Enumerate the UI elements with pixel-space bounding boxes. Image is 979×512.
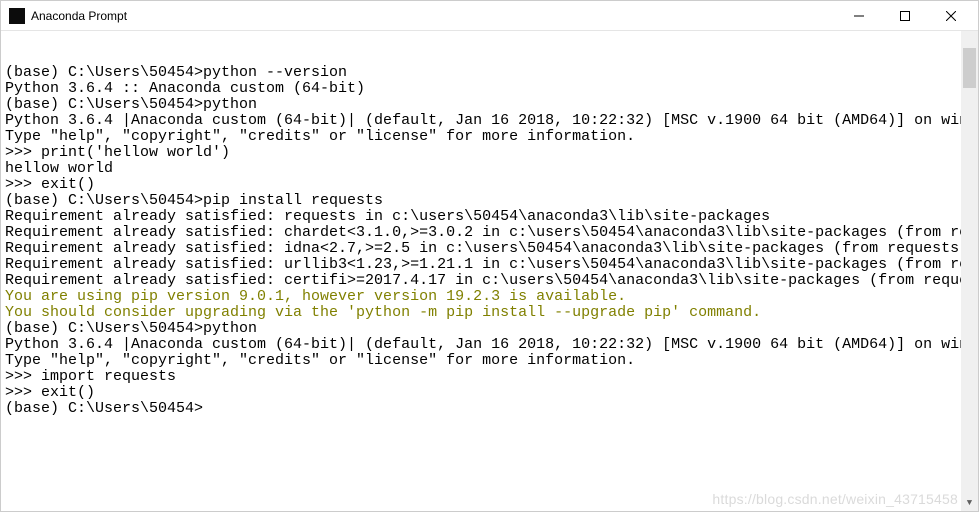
terminal-line: You are using pip version 9.0.1, however… <box>5 289 974 305</box>
maximize-icon <box>900 11 910 21</box>
terminal-line: Requirement already satisfied: certifi>=… <box>5 273 974 289</box>
terminal-line: (base) C:\Users\50454>pip install reques… <box>5 193 974 209</box>
close-icon <box>946 11 956 21</box>
terminal-line: Requirement already satisfied: idna<2.7,… <box>5 241 974 257</box>
titlebar[interactable]: Anaconda Prompt <box>1 1 978 31</box>
cursor <box>203 403 211 417</box>
minimize-button[interactable] <box>836 1 882 31</box>
minimize-icon <box>854 11 864 21</box>
terminal-line: >>> print('hellow world') <box>5 145 974 161</box>
terminal-line: Python 3.6.4 |Anaconda custom (64-bit)| … <box>5 337 974 353</box>
terminal-line: (base) C:\Users\50454>python --version <box>5 65 974 81</box>
close-button[interactable] <box>928 1 974 31</box>
terminal-line: (base) C:\Users\50454>python <box>5 97 974 113</box>
terminal-line: Type "help", "copyright", "credits" or "… <box>5 129 974 145</box>
terminal-line: Python 3.6.4 :: Anaconda custom (64-bit) <box>5 81 974 97</box>
terminal-line: (base) C:\Users\50454> <box>5 401 974 417</box>
terminal-line: Type "help", "copyright", "credits" or "… <box>5 353 974 369</box>
terminal-output[interactable]: (base) C:\Users\50454>python --versionPy… <box>1 31 978 511</box>
scroll-down-arrow-icon[interactable]: ▼ <box>961 494 978 511</box>
window-title: Anaconda Prompt <box>31 9 836 23</box>
terminal-line: You should consider upgrading via the 'p… <box>5 305 974 321</box>
maximize-button[interactable] <box>882 1 928 31</box>
scroll-thumb[interactable] <box>963 48 976 88</box>
terminal-line: Requirement already satisfied: requests … <box>5 209 974 225</box>
terminal-line: Requirement already satisfied: chardet<3… <box>5 225 974 241</box>
terminal-line: >>> exit() <box>5 385 974 401</box>
app-icon <box>9 8 25 24</box>
terminal-line: >>> exit() <box>5 177 974 193</box>
scrollbar[interactable]: ▲ ▼ <box>961 31 978 511</box>
terminal-line: (base) C:\Users\50454>python <box>5 321 974 337</box>
terminal-line: >>> import requests <box>5 369 974 385</box>
terminal-line: hellow world <box>5 161 974 177</box>
terminal-line: Python 3.6.4 |Anaconda custom (64-bit)| … <box>5 113 974 129</box>
terminal-line: Requirement already satisfied: urllib3<1… <box>5 257 974 273</box>
watermark-text: https://blog.csdn.net/weixin_43715458 <box>712 491 958 507</box>
